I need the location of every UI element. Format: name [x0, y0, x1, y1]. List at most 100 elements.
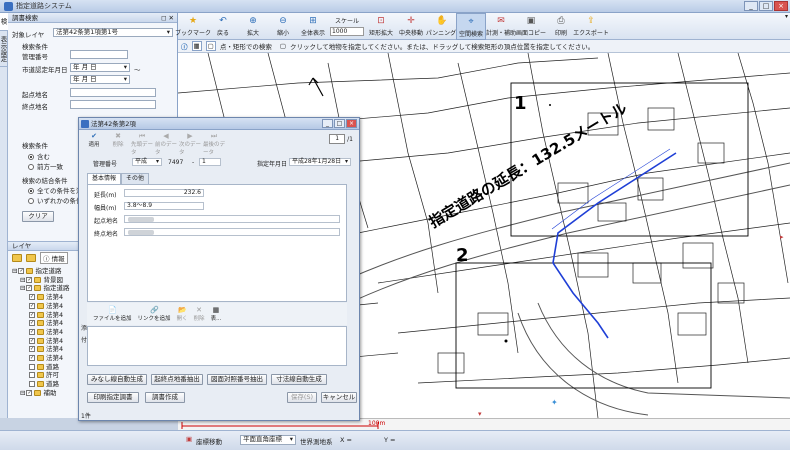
expand-icon[interactable]: ⊟	[12, 267, 17, 275]
next-button[interactable]: ▶ 次のデータ	[179, 132, 201, 156]
date-from-select[interactable]: 年 月 日	[70, 63, 130, 72]
field-input[interactable]: 232.6	[124, 189, 204, 197]
undo-button[interactable]: ↶ 戻る	[208, 13, 238, 40]
layer-tree-item[interactable]: ✓ 法第4	[12, 345, 69, 354]
date-to-select[interactable]: 年 月 日	[70, 75, 130, 84]
pin-icon[interactable]: ◻ ✕	[161, 13, 174, 23]
layer-tree-item[interactable]: ✓ 法第4	[12, 311, 69, 320]
radio-any-dot[interactable]	[28, 198, 34, 204]
pan-button[interactable]: ✋ パンニング	[426, 13, 456, 40]
layer-checkbox[interactable]: ✓	[29, 328, 35, 335]
layer-checkbox[interactable]: ✓	[29, 320, 35, 327]
save-button[interactable]: 保存(S)	[287, 392, 317, 403]
layer-checkbox[interactable]: ✓	[18, 268, 25, 274]
print-designation-button[interactable]: 印刷指定調書	[87, 392, 139, 403]
start-place-input[interactable]	[70, 88, 156, 97]
radio-prefix-dot[interactable]	[28, 164, 34, 170]
first-button[interactable]: ⏮ 先頭データ	[131, 132, 153, 156]
center-move-button[interactable]: ✛ 中央移動	[396, 13, 426, 40]
attachment-list[interactable]	[87, 326, 347, 366]
add-file-button[interactable]: 📄 ファイルを追加	[93, 306, 132, 322]
expand-icon[interactable]: ⊟	[20, 284, 25, 292]
extract-drawing-no-button[interactable]: 図面対照番号抽出	[207, 374, 267, 385]
layer-tree-item[interactable]: ⊟ ✓ 指定道路	[12, 284, 69, 293]
expand-icon[interactable]: ⊟	[20, 276, 25, 284]
layer-tree-item[interactable]: ✓ 法第4	[12, 328, 69, 337]
layer-tree-item[interactable]: ✓ 法第4	[12, 354, 69, 363]
page-input[interactable]: 1	[329, 134, 346, 144]
layer-checkbox[interactable]	[29, 381, 35, 388]
dialog-close-button[interactable]: ×	[346, 119, 357, 128]
tab-search[interactable]: 検索	[0, 13, 8, 31]
measure-button[interactable]: ✉ 計測・補助	[486, 13, 516, 40]
era-select[interactable]: 平成	[132, 158, 162, 166]
radio-includes[interactable]: 含む	[28, 151, 50, 161]
scale-select[interactable]: 1000	[330, 27, 364, 36]
layer-tree-item[interactable]: ⊟ ✓ 指定道路	[12, 267, 69, 276]
prev-button[interactable]: ◀ 前のデータ	[155, 132, 177, 156]
tab-other[interactable]: その他	[121, 173, 150, 184]
layer-checkbox[interactable]	[29, 372, 35, 379]
field-input[interactable]	[124, 228, 340, 236]
admin-no-suffix-input[interactable]: 1	[199, 158, 221, 166]
remove-button[interactable]: ✕ 削除	[194, 306, 205, 322]
layer-tree-item[interactable]: ✓ 法第4	[12, 293, 69, 302]
designation-date-select[interactable]: 平成28年1月28日	[289, 158, 351, 166]
layer-checkbox[interactable]: ✓	[29, 302, 35, 309]
dialog-minimize-button[interactable]: _	[322, 119, 333, 128]
cancel-button[interactable]: キャンセル	[321, 392, 357, 403]
layer-checkbox[interactable]: ✓	[29, 337, 35, 344]
layer-checkbox[interactable]: ✓	[29, 355, 35, 362]
layer-tree-item[interactable]: 道路	[12, 363, 69, 372]
zoom-in-button[interactable]: ⊕ 拡大	[238, 13, 268, 40]
info-button[interactable]: ⓘ 情報	[40, 252, 68, 264]
last-button[interactable]: ⏭ 最後のデータ	[203, 132, 225, 156]
screen-copy-button[interactable]: ▣ 画面コピー	[516, 13, 546, 40]
coord-system-select[interactable]: 平面直角座標	[240, 435, 296, 445]
fit-button[interactable]: ⊞ 全体表示	[298, 13, 328, 40]
folder-icon[interactable]	[12, 254, 22, 262]
radio-prefix[interactable]: 前方一致	[28, 161, 63, 171]
field-input[interactable]: 3.8～8.9	[124, 202, 204, 210]
target-layer-select[interactable]: 法第42条第1項第1号	[53, 28, 173, 37]
field-input[interactable]	[124, 215, 340, 223]
layer-checkbox[interactable]: ✓	[29, 294, 35, 301]
radio-includes-dot[interactable]	[28, 154, 34, 160]
pan-right-icon[interactable]: ▸	[780, 233, 784, 241]
export-button[interactable]: ⇪ エクスポート	[573, 13, 609, 40]
tab-display-settings[interactable]: 表示設定	[0, 31, 8, 67]
layer-checkbox[interactable]: ✓	[26, 285, 33, 292]
layer-tree-item[interactable]: 許可	[12, 371, 69, 380]
table-button[interactable]: ▦ 表...	[211, 306, 222, 322]
rect-tool-icon[interactable]: ▢	[205, 41, 216, 51]
layer-checkbox[interactable]	[29, 363, 35, 370]
create-record-button[interactable]: 調書作成	[145, 392, 185, 403]
end-place-input[interactable]	[70, 100, 156, 109]
layer-tree-item[interactable]: ✓ 法第4	[12, 302, 69, 311]
layer-checkbox[interactable]: ✓	[26, 389, 33, 396]
coordinate-move-label[interactable]: 座標移動	[196, 436, 222, 446]
add-link-button[interactable]: 🔗 リンクを追加	[138, 306, 171, 322]
delete-button[interactable]: ✖ 削除	[107, 132, 129, 156]
maximize-button[interactable]: □	[759, 1, 773, 11]
tab-basic-info[interactable]: 基本情報	[87, 173, 122, 184]
spatial-search-button[interactable]: ⌖ 空間検索	[456, 13, 486, 40]
zoom-out-button[interactable]: ⊖ 縮小	[268, 13, 298, 40]
radio-all-dot[interactable]	[28, 188, 34, 194]
layer-tree-item[interactable]: 道路	[12, 380, 69, 389]
dialog-maximize-button[interactable]: □	[334, 119, 345, 128]
rect-zoom-button[interactable]: ⊡ 矩形拡大	[366, 13, 396, 40]
folder-open-icon[interactable]	[26, 254, 36, 262]
layer-checkbox[interactable]: ✓	[29, 346, 35, 353]
layer-tree-item[interactable]: ✓ 法第4	[12, 319, 69, 328]
extract-lot-button[interactable]: 起終点地番抽出	[151, 374, 203, 385]
apply-button[interactable]: ✔ 適用	[83, 132, 105, 156]
open-button[interactable]: 📂 開く	[177, 306, 188, 322]
pan-down-icon[interactable]: ▾	[478, 410, 482, 418]
layer-tree-item[interactable]: ⊟ ✓ 補助	[12, 389, 69, 398]
print-button[interactable]: ⎙ 印刷	[546, 13, 576, 40]
expand-icon[interactable]: ⊟	[20, 389, 25, 397]
auto-line-button[interactable]: みなし線自動生成	[87, 374, 147, 385]
clear-button[interactable]: クリア	[22, 211, 54, 222]
close-button[interactable]: ×	[774, 1, 788, 11]
